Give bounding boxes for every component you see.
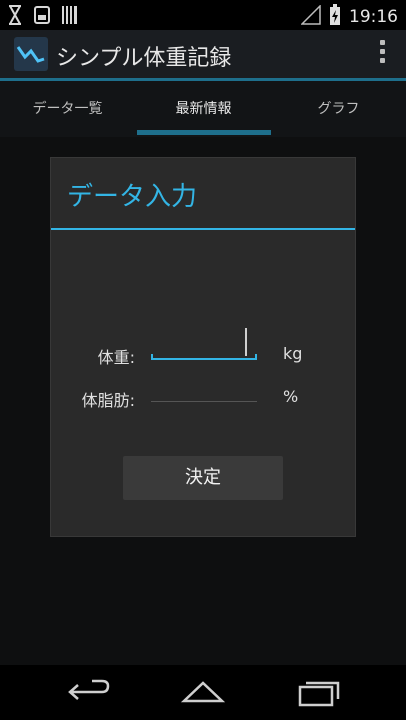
recents-icon[interactable] xyxy=(294,675,344,709)
body-fat-unit: % xyxy=(283,387,299,406)
data-input-dialog: データ入力 体重: kg 体脂肪: % 決定 xyxy=(50,157,356,537)
status-bar: 19:16 xyxy=(0,0,406,30)
tab-selected-indicator xyxy=(137,130,271,135)
clock: 19:16 xyxy=(349,7,398,27)
back-icon[interactable] xyxy=(64,675,114,709)
navigation-bar xyxy=(0,665,406,720)
tab-data-list[interactable]: データ一覧 xyxy=(0,81,135,137)
dialog-title-divider xyxy=(51,228,355,230)
barcode-icon xyxy=(62,5,78,29)
battery-charging-icon xyxy=(329,4,341,30)
body-fat-label: 体脂肪: xyxy=(81,391,135,410)
weight-unit: kg xyxy=(283,344,303,363)
weight-label: 体重: xyxy=(97,348,135,367)
signal-icon xyxy=(300,4,321,29)
weight-graph-icon[interactable] xyxy=(14,37,48,71)
tab-graph[interactable]: グラフ xyxy=(271,81,406,137)
body-fat-input[interactable] xyxy=(151,374,257,402)
tab-bar: データ一覧 最新情報 グラフ xyxy=(0,81,406,137)
app-title: シンプル体重記録 xyxy=(56,46,232,71)
tab-latest-info[interactable]: 最新情報 xyxy=(136,81,271,137)
sd-card-icon xyxy=(34,6,50,28)
dialog-title: データ入力 xyxy=(67,182,198,212)
hourglass-icon xyxy=(8,5,22,29)
text-cursor xyxy=(245,328,247,356)
confirm-button[interactable]: 決定 xyxy=(123,456,283,500)
weight-input[interactable] xyxy=(151,328,257,360)
action-bar: シンプル体重記録 xyxy=(0,30,406,81)
overflow-menu-icon[interactable] xyxy=(380,40,386,68)
home-icon[interactable] xyxy=(178,675,228,709)
